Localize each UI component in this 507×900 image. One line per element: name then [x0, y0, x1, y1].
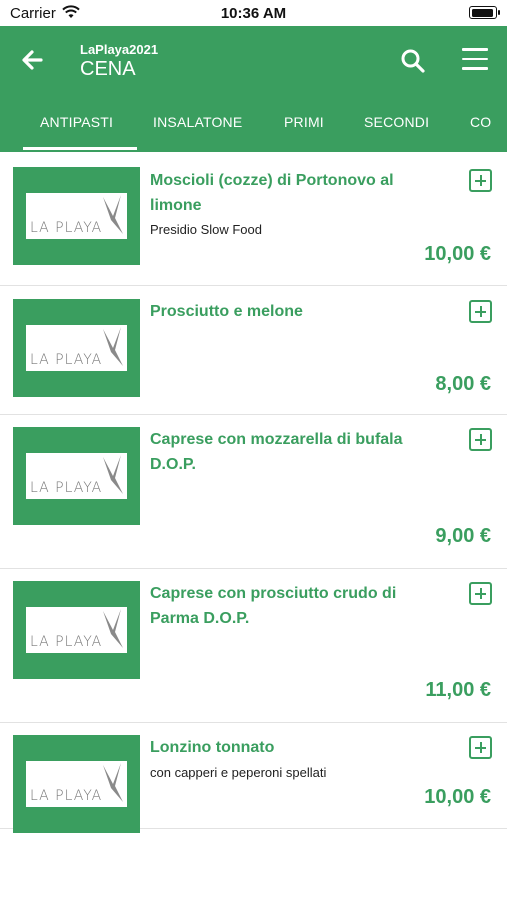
dish-description: Presidio Slow Food	[150, 222, 262, 237]
add-button[interactable]	[469, 736, 492, 759]
dish-image: LA PLAYA	[13, 167, 140, 265]
logo-text: LA PLAYA	[30, 634, 103, 650]
la-playa-logo: LA PLAYA	[26, 607, 127, 653]
la-playa-logo: LA PLAYA	[26, 761, 127, 807]
add-button[interactable]	[469, 428, 492, 451]
logo-text: LA PLAYA	[30, 480, 103, 496]
tab-insalatone[interactable]: INSALATONE	[153, 114, 242, 130]
clock: 10:36 AM	[220, 5, 287, 22]
logo-text: LA PLAYA	[30, 352, 103, 368]
seagull-icon	[103, 763, 123, 802]
dish-name: Prosciutto e melone	[150, 303, 303, 320]
la-playa-logo: LA PLAYA	[26, 453, 127, 499]
add-button[interactable]	[469, 300, 492, 323]
dish-description: con capperi e peperoni spellati	[150, 765, 327, 780]
la-playa-logo: LA PLAYA	[26, 325, 127, 371]
dish-name: Caprese con mozzarella di bufala D.O.P.	[150, 431, 403, 473]
status-bar: Carrier 10:36 AM	[0, 0, 507, 26]
logo-text: LA PLAYA	[30, 220, 103, 236]
list-item[interactable]: LA PLAYA Moscioli (cozze) di Portonovo a…	[0, 152, 507, 286]
dish-price: 10,00 €	[424, 243, 491, 265]
seagull-icon	[103, 195, 123, 234]
add-button[interactable]	[469, 582, 492, 605]
dish-price: 9,00 €	[435, 525, 491, 547]
seagull-icon	[103, 455, 123, 494]
tab-primi[interactable]: PRIMI	[284, 114, 324, 130]
list-item[interactable]: LA PLAYA Lonzino tonnato con capperi e p…	[0, 723, 507, 833]
tab-co[interactable]: CO	[470, 114, 491, 130]
seagull-icon	[103, 609, 123, 648]
add-button[interactable]	[469, 169, 492, 192]
tab-secondi[interactable]: SECONDI	[364, 114, 429, 130]
venue-name: LaPlaya2021	[80, 42, 159, 57]
menu-icon[interactable]	[462, 48, 488, 70]
header-titles: LaPlaya2021 CENA	[80, 42, 158, 81]
list-item[interactable]: LA PLAYA Caprese con mozzarella di bufal…	[0, 415, 507, 569]
dish-name: Moscioli (cozze) di Portonovo al limone	[150, 172, 394, 214]
active-tab-indicator	[23, 147, 137, 150]
dish-name: Caprese con prosciutto crudo di Parma D.…	[150, 585, 397, 627]
app-header: LaPlaya2021 CENA ANTIPASTI INSALATONE PR…	[0, 26, 507, 152]
search-icon[interactable]	[400, 48, 426, 74]
tab-antipasti[interactable]: ANTIPASTI	[40, 114, 113, 130]
menu-title: CENA	[80, 58, 136, 80]
dish-price: 8,00 €	[435, 373, 491, 395]
back-arrow-icon[interactable]	[20, 48, 44, 72]
seagull-icon	[103, 327, 123, 366]
dish-name: Lonzino tonnato	[150, 739, 275, 756]
dish-image: LA PLAYA	[13, 581, 140, 679]
la-playa-logo: LA PLAYA	[26, 193, 127, 239]
category-tabs: ANTIPASTI INSALATONE PRIMI SECONDI CO	[0, 108, 507, 152]
dish-image: LA PLAYA	[13, 735, 140, 833]
battery-icon	[469, 6, 500, 19]
dish-price: 10,00 €	[424, 786, 491, 808]
list-item[interactable]: LA PLAYA Caprese con prosciutto crudo di…	[0, 569, 507, 723]
dish-image: LA PLAYA	[13, 299, 140, 397]
logo-text: LA PLAYA	[30, 788, 103, 804]
list-item[interactable]: LA PLAYA Prosciutto e melone 8,00 €	[0, 286, 507, 415]
dish-price: 11,00 €	[425, 679, 491, 701]
dish-image: LA PLAYA	[13, 427, 140, 525]
